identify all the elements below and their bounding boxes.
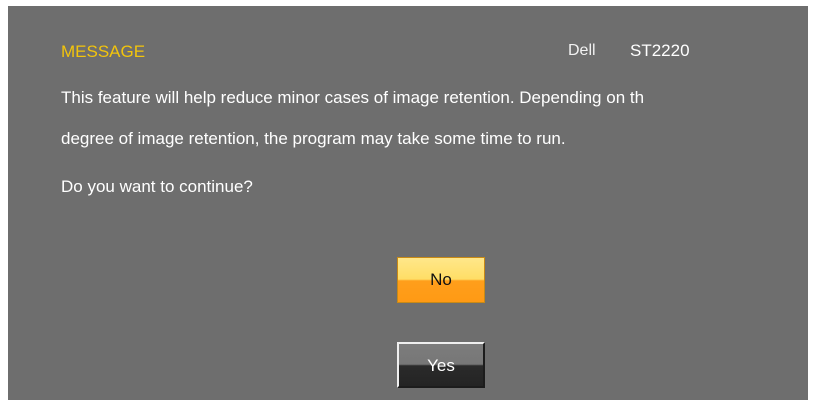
message-line-2: degree of image retention, the program m… [61, 129, 566, 148]
no-button[interactable]: No [397, 257, 485, 303]
osd-message-dialog: MESSAGE Dell ST2220 This feature will he… [8, 6, 808, 400]
yes-button[interactable]: Yes [397, 342, 485, 388]
message-question: Do you want to continue? [61, 177, 253, 196]
brand-label: Dell [568, 42, 596, 59]
model-label: ST2220 [630, 41, 690, 60]
message-line-1: This feature will help reduce minor case… [61, 88, 645, 107]
dialog-title: MESSAGE [61, 42, 146, 61]
